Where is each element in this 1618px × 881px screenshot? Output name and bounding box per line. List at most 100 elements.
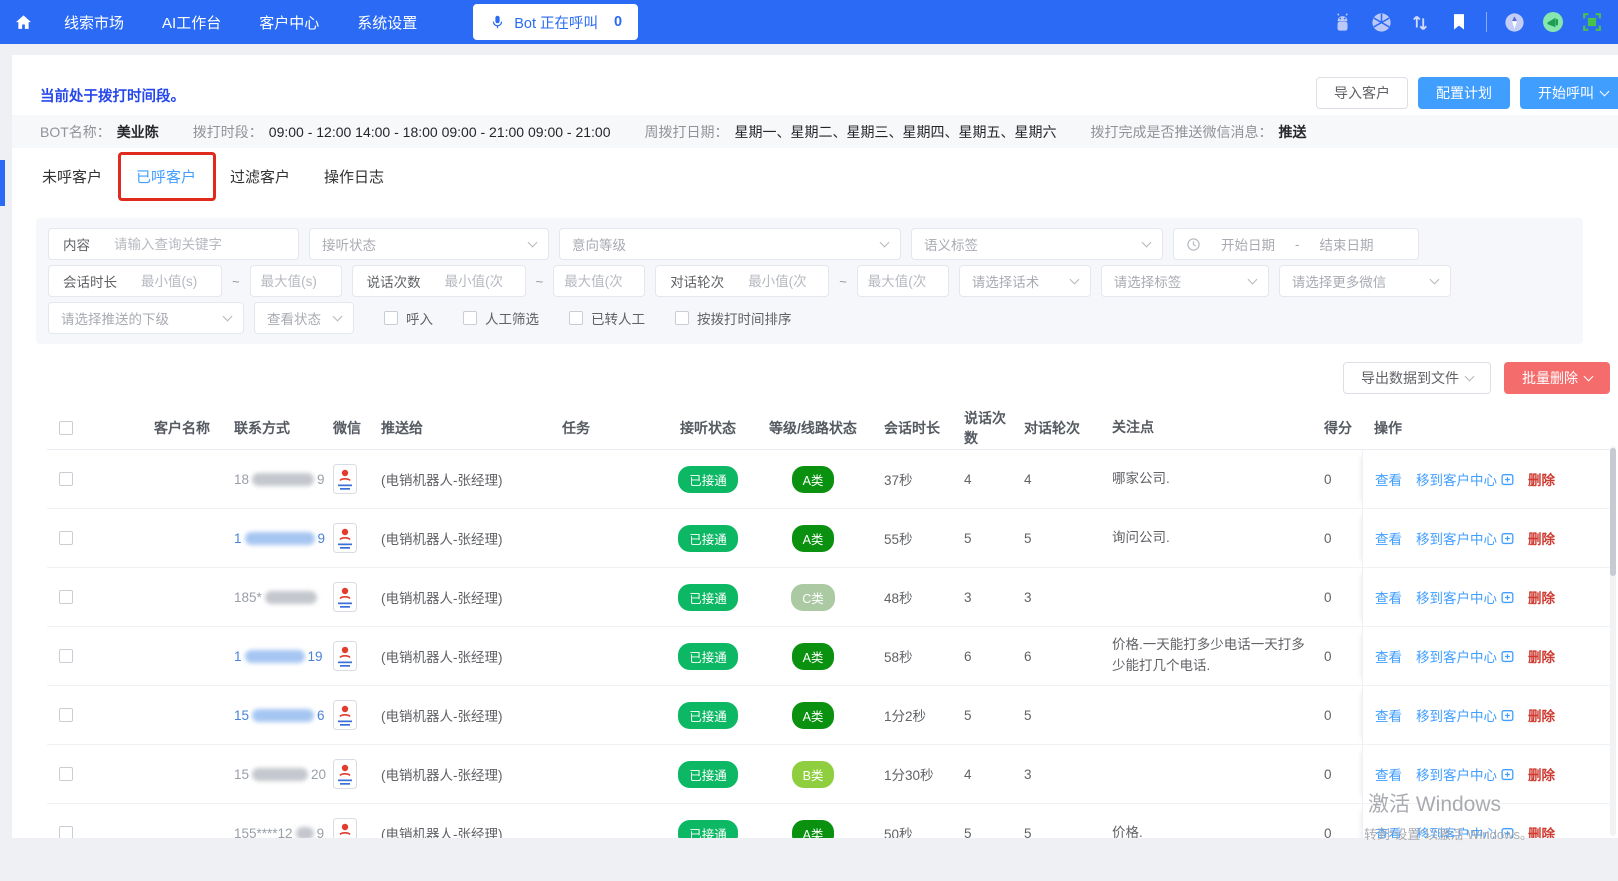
tag-select[interactable]: 请选择标签 [1100,265,1269,297]
bookmark-icon[interactable] [1447,10,1471,34]
delete-link[interactable]: 删除 [1528,469,1555,489]
listen-status-badge: 已接通 [678,524,738,552]
talk-min-input[interactable] [434,266,525,296]
move-to-customer-center-link[interactable]: 移到客户中心 [1416,528,1514,548]
sort-arrows-icon[interactable] [1408,10,1432,34]
delete-link[interactable]: 删除 [1528,587,1555,607]
configure-plan-button[interactable]: 配置计划 [1418,77,1510,109]
listen-status-select[interactable]: 接听状态 [309,228,549,260]
bot-calling-pill[interactable]: Bot 正在呼叫 0 [473,4,639,40]
chevron-down-icon [1464,371,1475,381]
collapsed-drawer-handle[interactable] [0,160,5,206]
delete-link[interactable]: 删除 [1528,646,1555,666]
phone-masked-segment [252,708,315,722]
wechat-card-icon[interactable] [333,582,357,612]
nav-item-customer-center[interactable]: 客户中心 [259,12,319,33]
intent-level-select[interactable]: 意向等级 [559,228,901,260]
scrollbar-thumb[interactable] [1610,448,1616,576]
view-link[interactable]: 查看 [1375,646,1402,666]
col-operations: 操作 [1374,419,1402,436]
view-link[interactable]: 查看 [1375,528,1402,548]
row-checkbox[interactable] [59,826,73,838]
move-to-customer-center-link[interactable]: 移到客户中心 [1416,587,1514,607]
wechat-card-icon[interactable] [333,464,357,494]
row-checkbox[interactable] [59,767,73,781]
tab-filtered-customers[interactable]: 过滤客户 [228,160,292,193]
view-link[interactable]: 查看 [1375,469,1402,489]
checkbox-manual-filter[interactable]: 人工筛选 [463,308,539,328]
talk-count-cell: 4 [964,766,972,782]
push-to-cell: (电销机器人-张经理) [381,768,503,783]
chevron-down-icon [222,311,233,321]
checkbox-inbound[interactable]: 呼入 [384,308,433,328]
delete-link[interactable]: 删除 [1528,764,1555,784]
view-link[interactable]: 查看 [1375,823,1402,838]
wechat-card-icon[interactable] [333,759,357,789]
semantic-tag-select[interactable]: 语义标签 [911,228,1163,260]
bot-info-bar: BOT名称： 美业陈 拨打时段： 09:00 - 12:00 14:00 - 1… [12,115,1618,148]
megaphone-icon[interactable] [1541,10,1565,34]
filter-panel: 内容 接听状态 意向等级 语义标签 开始日期 - [36,218,1583,344]
wechat-card-icon[interactable] [333,818,357,838]
view-status-select[interactable]: 查看状态 [254,302,354,334]
keyword-input[interactable] [104,229,298,259]
move-to-customer-center-link[interactable]: 移到客户中心 [1416,823,1514,838]
fullscreen-icon[interactable] [1580,10,1604,34]
row-checkbox[interactable] [59,472,73,486]
delete-link[interactable]: 删除 [1528,823,1555,838]
push-subordinate-select[interactable]: 请选择推送的下级 [48,302,244,334]
delete-link[interactable]: 删除 [1528,528,1555,548]
import-customers-button[interactable]: 导入客户 [1316,77,1408,109]
wechat-card-icon[interactable] [333,523,357,553]
tab-called-customers[interactable]: 已呼客户 [118,151,217,201]
score-cell: 0 [1324,589,1332,605]
duration-min-input[interactable] [131,266,221,296]
push-to-cell: (电销机器人-张经理) [381,650,503,665]
android-icon[interactable] [1330,10,1354,34]
move-to-customer-center-link[interactable]: 移到客户中心 [1416,646,1514,666]
rounds-min-input[interactable] [738,266,829,296]
checkbox-icon [675,311,689,325]
view-link[interactable]: 查看 [1375,705,1402,725]
date-range-picker[interactable]: 开始日期 - 结束日期 [1173,228,1419,260]
checkbox-sort-by-call-time[interactable]: 按拨打时间排序 [675,308,792,328]
vertical-scrollbar[interactable] [1610,446,1616,836]
tab-operation-log[interactable]: 操作日志 [322,160,386,193]
script-select[interactable]: 请选择话术 [958,265,1091,297]
move-to-customer-center-link[interactable]: 移到客户中心 [1416,469,1514,489]
aperture-icon[interactable] [1369,10,1393,34]
view-link[interactable]: 查看 [1375,587,1402,607]
view-link[interactable]: 查看 [1375,764,1402,784]
talk-max-input[interactable] [553,265,646,297]
col-task: 任务 [562,419,590,436]
nav-item-system-settings[interactable]: 系统设置 [357,12,417,33]
more-wechat-select[interactable]: 请选择更多微信 [1278,265,1451,297]
phone-masked-segment [252,767,309,781]
row-checkbox[interactable] [59,708,73,722]
move-to-customer-center-link[interactable]: 移到客户中心 [1416,705,1514,725]
dialog-rounds-label: 对话轮次 [670,275,725,290]
export-data-button[interactable]: 导出数据到文件 [1343,362,1491,394]
row-checkbox[interactable] [59,590,73,604]
start-call-button[interactable]: 开始呼叫 [1520,77,1618,109]
batch-delete-button[interactable]: 批量删除 [1504,362,1610,394]
rounds-max-input[interactable] [856,265,949,297]
delete-link[interactable]: 删除 [1528,705,1555,725]
checkbox-transferred-to-human[interactable]: 已转人工 [569,308,645,328]
move-to-customer-center-link[interactable]: 移到客户中心 [1416,764,1514,784]
select-all-checkbox[interactable] [59,420,73,435]
tab-uncalled-customers[interactable]: 未呼客户 [40,160,104,193]
nav-item-lead-market[interactable]: 线索市场 [64,12,124,33]
tilde-separator: ~ [535,273,544,289]
home-icon[interactable] [10,9,36,35]
wechat-card-icon[interactable] [333,641,357,671]
row-checkbox[interactable] [59,649,73,663]
wechat-card-icon[interactable] [333,700,357,730]
row-checkbox[interactable] [59,531,73,545]
contact-phone: 15 6 [234,707,325,723]
table-header: 客户名称 联系方式 微信 推送给 任务 接听状态 等级/线路状态 会话时长 说话… [47,406,1610,450]
nav-item-ai-workbench[interactable]: AI工作台 [162,12,221,33]
duration-max-input[interactable] [249,265,342,297]
compass-icon[interactable] [1502,10,1526,34]
talk-count-label: 说话次数 [366,275,421,290]
